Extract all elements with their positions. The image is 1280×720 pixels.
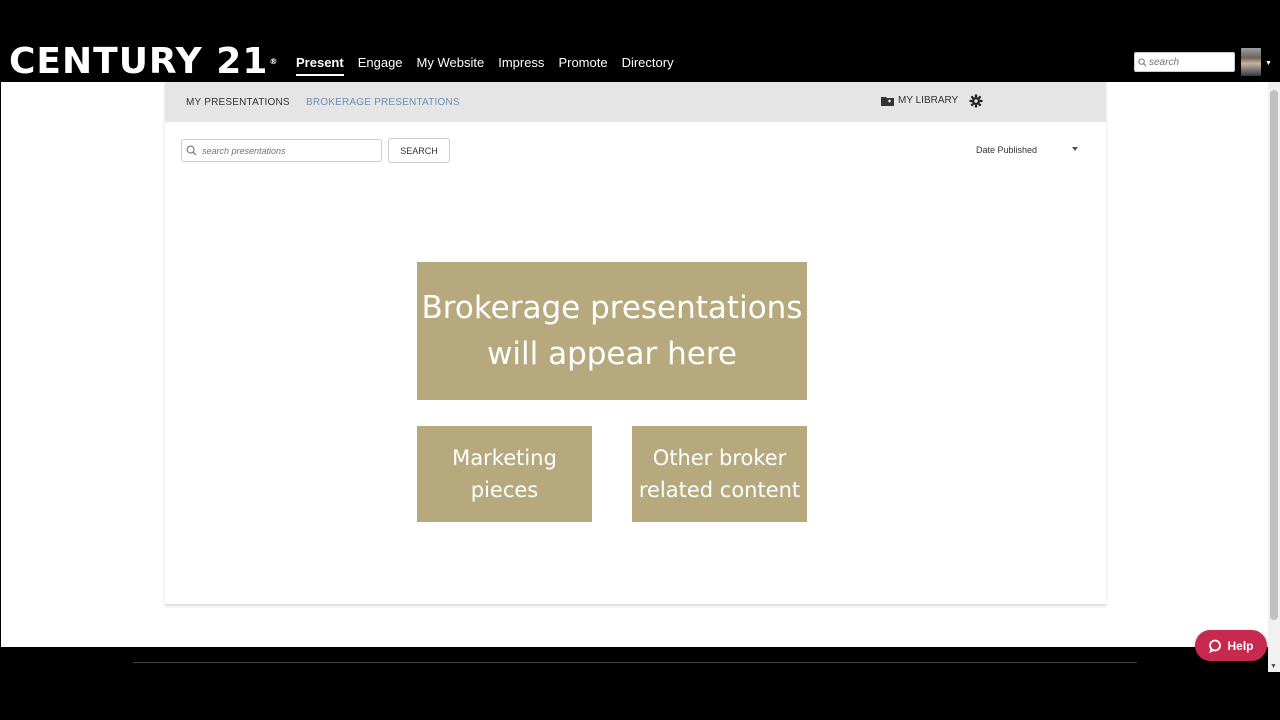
search-button[interactable]: SEARCH bbox=[388, 138, 450, 163]
marketing-pieces-placeholder: Marketing pieces bbox=[417, 426, 592, 522]
chat-bubble-icon bbox=[1209, 639, 1222, 653]
header-search bbox=[1134, 52, 1235, 72]
brokerage-presentations-placeholder: Brokerage presentations will appear here bbox=[417, 262, 807, 400]
nav-item-my-website[interactable]: My Website bbox=[417, 54, 485, 76]
brand-name: CENTURY 21 bbox=[9, 41, 269, 82]
presentation-search-input[interactable] bbox=[202, 145, 372, 156]
chevron-down-icon[interactable]: ▼ bbox=[1265, 60, 1272, 67]
nav-item-promote[interactable]: Promote bbox=[558, 54, 607, 76]
search-icon bbox=[1138, 57, 1147, 67]
page-content: MY PRESENTATIONS BROKERAGE PRESENTATIONS… bbox=[1, 82, 1268, 647]
help-label: Help bbox=[1227, 638, 1254, 653]
header-search-input[interactable] bbox=[1149, 54, 1233, 70]
nav-item-present[interactable]: Present bbox=[296, 54, 344, 76]
presentations-panel: MY PRESENTATIONS BROKERAGE PRESENTATIONS… bbox=[165, 82, 1106, 605]
search-icon bbox=[186, 145, 197, 156]
tab-brokerage-presentations[interactable]: BROKERAGE PRESENTATIONS bbox=[306, 97, 460, 108]
nav-item-directory[interactable]: Directory bbox=[622, 54, 674, 76]
sort-dropdown[interactable]: Date Published bbox=[976, 145, 1078, 159]
user-avatar[interactable] bbox=[1241, 48, 1261, 76]
gear-icon[interactable] bbox=[969, 94, 983, 108]
sort-selected-value: Date Published bbox=[976, 145, 1038, 155]
registered-mark: ® bbox=[269, 57, 279, 66]
folder-icon bbox=[881, 96, 894, 106]
main-nav: Present Engage My Website Impress Promot… bbox=[296, 54, 674, 76]
footer-divider bbox=[133, 662, 1137, 663]
nav-item-impress[interactable]: Impress bbox=[498, 54, 544, 76]
century21-logo[interactable]: CENTURY 21® bbox=[9, 42, 278, 82]
my-library-button[interactable]: MY LIBRARY bbox=[881, 95, 958, 106]
tab-my-presentations[interactable]: MY PRESENTATIONS bbox=[186, 97, 290, 108]
other-content-placeholder: Other broker related content bbox=[632, 426, 807, 522]
my-library-label: MY LIBRARY bbox=[898, 95, 959, 106]
presentations-tabbar: MY PRESENTATIONS BROKERAGE PRESENTATIONS… bbox=[165, 82, 1106, 122]
scrollbar-thumb[interactable] bbox=[1270, 90, 1278, 620]
page-scrollbar[interactable]: ▼ bbox=[1268, 82, 1280, 672]
caret-down-icon bbox=[1072, 147, 1078, 151]
nav-item-engage[interactable]: Engage bbox=[358, 54, 403, 76]
top-navigation-bar: CENTURY 21® Present Engage My Website Im… bbox=[0, 0, 1280, 82]
presentation-search bbox=[181, 139, 382, 162]
scroll-down-arrow-icon[interactable]: ▼ bbox=[1270, 663, 1277, 670]
help-button[interactable]: Help bbox=[1195, 630, 1267, 661]
